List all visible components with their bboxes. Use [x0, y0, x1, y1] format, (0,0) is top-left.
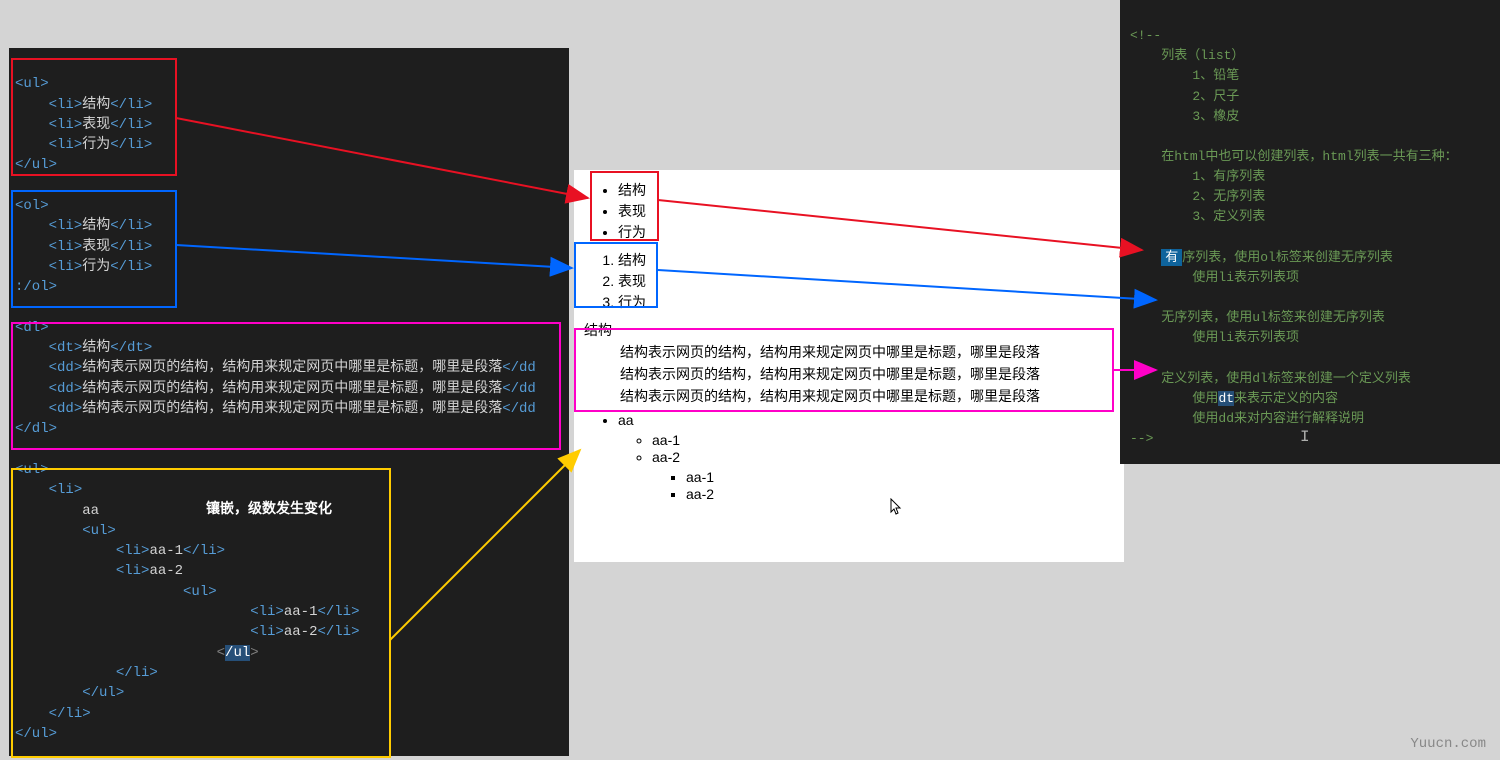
list-item: 表现: [618, 271, 1114, 291]
dl-desc: 结构表示网页的结构，结构用来规定网页中哪里是标题，哪里是段落: [620, 386, 1114, 406]
mouse-cursor-icon: [890, 498, 902, 516]
edit-cursor-badge: 有: [1161, 249, 1182, 266]
code-editor-right: <!-- 列表（list） 1、铅笔 2、尺子 3、橡皮 在html中也可以创建…: [1120, 0, 1500, 464]
list-item: aa-1: [686, 469, 1114, 485]
rendered-nested: aa aa-1 aa-2 aa-1 aa-2: [584, 412, 1114, 502]
rendered-dl: 结构 结构表示网页的结构，结构用来规定网页中哪里是标题，哪里是段落 结构表示网页…: [584, 320, 1114, 406]
list-item: aa aa-1 aa-2 aa-1 aa-2: [618, 412, 1114, 502]
rendered-ul: 结构 表现 行为: [584, 180, 1114, 242]
list-item: aa-2 aa-1 aa-2: [652, 449, 1114, 502]
list-item: 结构: [618, 250, 1114, 270]
nesting-note: 镶嵌，级数发生变化: [206, 498, 332, 518]
list-item: 结构: [618, 180, 1114, 200]
list-item: 表现: [618, 201, 1114, 221]
rendered-ol: 结构 表现 行为: [584, 250, 1114, 312]
watermark: Yuucn.com: [1410, 736, 1486, 752]
dl-desc: 结构表示网页的结构，结构用来规定网页中哪里是标题，哪里是段落: [620, 364, 1114, 384]
list-item: 行为: [618, 222, 1114, 242]
dl-desc: 结构表示网页的结构，结构用来规定网页中哪里是标题，哪里是段落: [620, 342, 1114, 362]
text-caret-icon: I: [1300, 428, 1310, 446]
browser-render-pane: 结构 表现 行为 结构 表现 行为 结构 结构表示网页的结构，结构用来规定网页中…: [574, 170, 1124, 562]
code-editor-left: <ul> <li>结构</li> <li>表现</li> <li>行为</li>…: [9, 48, 569, 756]
list-item: 行为: [618, 292, 1114, 312]
list-item: aa-1: [652, 432, 1114, 448]
dl-term: 结构: [584, 320, 1114, 340]
